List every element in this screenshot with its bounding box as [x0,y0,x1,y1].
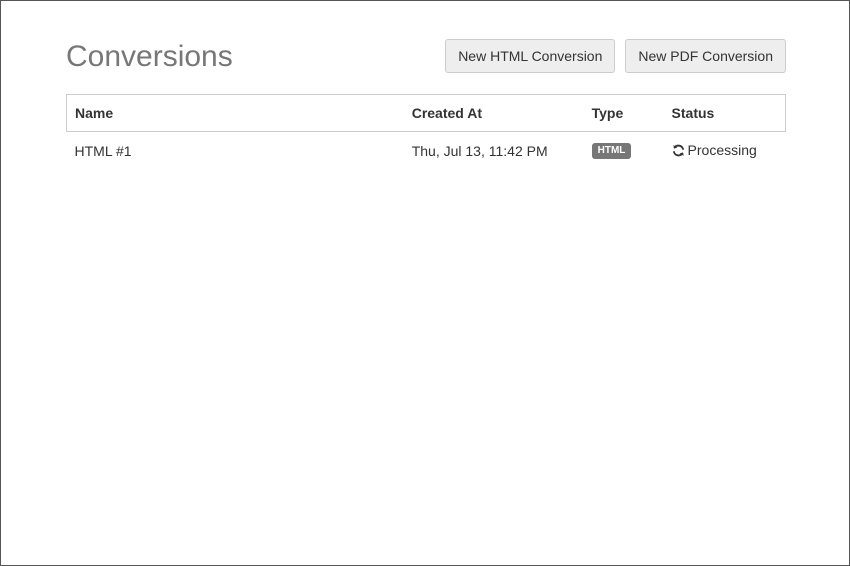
status-indicator: Processing [672,142,757,158]
page-title: Conversions [66,40,233,73]
new-html-conversion-button[interactable]: New HTML Conversion [445,39,616,73]
app-window: Conversions New HTML Conversion New PDF … [0,0,850,566]
cell-name: HTML #1 [74,142,132,159]
page-header: Conversions New HTML Conversion New PDF … [66,39,786,79]
table-body: HTML #1 Thu, Jul 13, 11:42 PM HTML Proce… [67,132,786,170]
status-text: Processing [687,142,757,158]
new-pdf-conversion-button[interactable]: New PDF Conversion [625,39,786,73]
table-row: HTML #1 Thu, Jul 13, 11:42 PM HTML Proce… [67,132,786,170]
table-header-row: Name Created At Type Status [66,94,786,132]
table-header: Name Created At Type Status [66,94,786,132]
cell-status: Processing [664,132,786,170]
header-button-group: New HTML Conversion New PDF Conversion [445,39,786,73]
column-header-status: Status [671,105,715,121]
column-header-type: Type [591,105,624,121]
column-header-created-at: Created At [411,105,482,121]
type-badge: HTML [591,143,632,160]
conversions-table: Name Created At Type Status HTML #1 Thu,… [66,94,786,170]
cell-type: HTML [584,132,664,170]
refresh-icon [672,144,685,157]
cell-created-at: Thu, Jul 13, 11:42 PM [411,142,548,159]
column-header-name: Name [75,105,114,121]
conversions-table-container: Name Created At Type Status HTML #1 Thu,… [66,94,786,170]
